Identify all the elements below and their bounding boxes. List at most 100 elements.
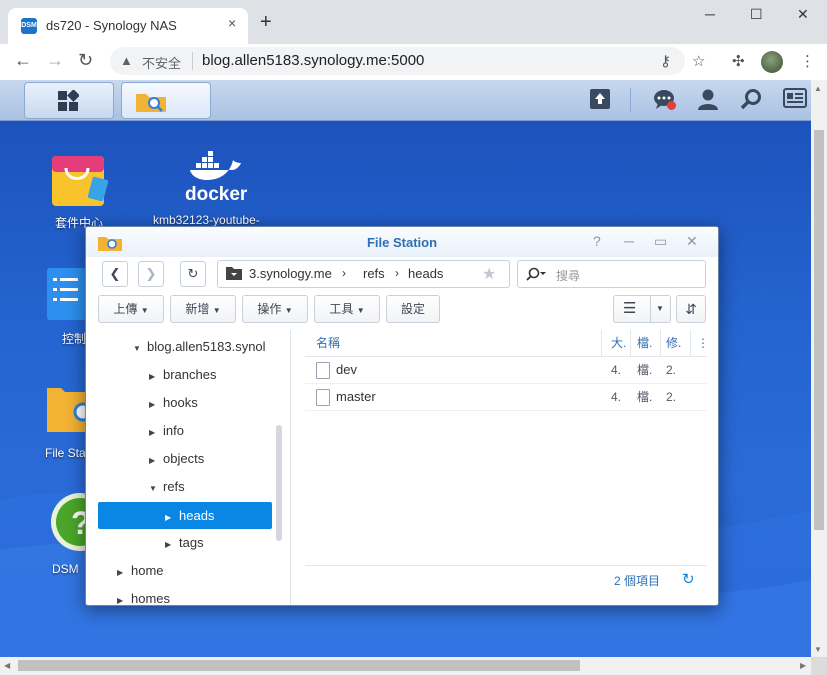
view-mode-button[interactable]: ☰ ▼ [613, 295, 671, 323]
control-panel-shortcut[interactable] [47, 268, 87, 325]
package-center-shortcut[interactable] [48, 148, 110, 213]
path-separator-icon: › [342, 266, 346, 280]
favorite-star-icon[interactable]: ★ [482, 264, 496, 284]
insecure-label[interactable]: 不安全 [142, 53, 181, 72]
window-close-button[interactable]: ✕ [797, 6, 809, 23]
column-header-size[interactable]: 大. [611, 330, 626, 356]
warning-icon[interactable]: ▲ [120, 53, 133, 68]
scroll-up-icon[interactable]: ▲ [814, 84, 822, 93]
column-divider [630, 330, 631, 356]
create-label: 新增 [185, 302, 210, 316]
close-icon[interactable]: ✕ [686, 233, 698, 250]
tree-item[interactable]: ▶ homes [117, 585, 170, 605]
refresh-icon[interactable]: ↻ [682, 570, 695, 588]
path-segment[interactable]: refs [363, 266, 385, 281]
create-button[interactable]: 新增 ▼ [170, 295, 236, 323]
column-header-type[interactable]: 檔. [637, 330, 652, 356]
dsm-help-shortcut[interactable]: ? [50, 492, 109, 555]
path-separator-icon: › [395, 266, 399, 280]
search-placeholder: 搜尋 [556, 269, 581, 283]
expand-arrow-icon[interactable]: ▼ [133, 335, 147, 363]
pane-divider[interactable] [290, 330, 291, 605]
scroll-down-icon[interactable]: ▼ [814, 645, 822, 654]
tree-item[interactable]: ▶ tags [165, 529, 204, 557]
scroll-left-icon[interactable]: ◀ [4, 661, 10, 670]
column-options-icon[interactable]: ⋮ [697, 330, 709, 356]
tree-item-label: refs [163, 479, 185, 494]
column-header-name[interactable]: 名稱 [316, 330, 340, 356]
tree-item[interactable]: ▼ blog.allen5183.synol [133, 333, 266, 361]
search-icon[interactable] [740, 88, 762, 116]
forward-button[interactable]: ❯ [138, 261, 164, 287]
tree-item-label: heads [179, 508, 215, 523]
folder-dropdown-icon[interactable] [225, 266, 243, 281]
refresh-button[interactable]: ↻ [180, 261, 206, 287]
docker-shortcut[interactable] [184, 150, 246, 187]
search-icon[interactable] [526, 267, 546, 281]
operate-button[interactable]: 操作 ▼ [242, 295, 308, 323]
expand-arrow-icon[interactable]: ▶ [117, 559, 131, 587]
tree-item[interactable]: ▶ info [149, 417, 184, 445]
new-tab-button[interactable]: + [260, 12, 272, 32]
reload-icon[interactable]: ↻ [78, 50, 93, 71]
tree-item[interactable]: ▶ branches [149, 361, 216, 389]
column-divider [660, 330, 661, 356]
path-segment[interactable]: 3.synology.me [249, 266, 332, 281]
expand-arrow-icon[interactable]: ▶ [149, 391, 163, 419]
browser-tab[interactable]: DSM ds720 - Synology NAS × [8, 8, 248, 44]
extensions-icon[interactable]: ✣ [732, 52, 745, 70]
main-menu-button[interactable] [24, 82, 114, 119]
tree-item[interactable]: ▶ objects [149, 445, 204, 473]
menu-kebab-icon[interactable]: ⋮ [800, 52, 815, 70]
help-icon[interactable]: ? [593, 233, 601, 249]
url-text[interactable]: blog.allen5183.synology.me:5000 [202, 52, 424, 69]
maximize-icon[interactable]: ▭ [654, 233, 667, 250]
shopping-bag-icon [52, 156, 109, 206]
expand-arrow-icon[interactable]: ▶ [117, 587, 131, 605]
expand-arrow-icon[interactable]: ▼ [149, 475, 163, 503]
back-icon[interactable]: ← [14, 50, 32, 71]
key-icon[interactable]: ⚷ [660, 52, 671, 70]
search-input[interactable]: 搜尋 [517, 260, 706, 288]
upload-queue-icon[interactable] [589, 88, 611, 116]
file-station-window: File Station ? ─ ▭ ✕ ❮ ❯ ↻ 3.synology.me… [85, 226, 719, 606]
expand-arrow-icon[interactable]: ▶ [149, 419, 163, 447]
expand-arrow-icon[interactable]: ▶ [165, 504, 179, 531]
window-minimize-button[interactable]: ─ [705, 6, 715, 22]
horizontal-scroll-thumb[interactable] [18, 660, 580, 671]
tools-button[interactable]: 工具 ▼ [314, 295, 380, 323]
upload-button[interactable]: 上傳 ▼ [98, 295, 164, 323]
column-header-modified[interactable]: 修. [666, 330, 681, 356]
minimize-icon[interactable]: ─ [624, 233, 634, 249]
table-row[interactable]: master 4. 檔. 2. [305, 384, 707, 411]
back-button[interactable]: ❮ [102, 261, 128, 287]
tab-close-icon[interactable]: × [228, 15, 236, 31]
file-station-shortcut[interactable] [47, 382, 93, 439]
table-row[interactable]: dev 4. 檔. 2. [305, 357, 707, 384]
forward-icon[interactable]: → [46, 50, 64, 71]
tree-item[interactable]: ▶ home [117, 557, 164, 585]
taskbar-file-station-button[interactable] [121, 82, 211, 119]
bookmark-star-icon[interactable]: ☆ [692, 52, 705, 70]
scroll-right-icon[interactable]: ▶ [800, 661, 806, 670]
path-bar[interactable]: 3.synology.me › refs › heads ★ [217, 260, 510, 288]
tree-item-selected[interactable]: ▶ heads [98, 502, 272, 529]
docker-whale-icon [190, 151, 241, 180]
settings-button[interactable]: 設定 [386, 295, 440, 323]
profile-avatar[interactable] [761, 51, 783, 73]
file-modified: 2. [666, 390, 677, 404]
path-segment[interactable]: heads [408, 266, 443, 281]
user-icon[interactable] [697, 88, 719, 116]
vertical-scroll-thumb[interactable] [814, 130, 824, 530]
expand-arrow-icon[interactable]: ▶ [149, 447, 163, 475]
file-icon [316, 362, 330, 379]
expand-arrow-icon[interactable]: ▶ [149, 363, 163, 391]
tree-item[interactable]: ▶ hooks [149, 389, 198, 417]
tree-item[interactable]: ▼ refs [149, 473, 185, 501]
widgets-icon[interactable] [783, 88, 807, 114]
sort-button[interactable]: ⇵ [676, 295, 706, 323]
tree-item-label: hooks [163, 395, 198, 410]
window-maximize-button[interactable]: ☐ [750, 6, 763, 23]
tree-scrollbar[interactable] [276, 425, 282, 541]
expand-arrow-icon[interactable]: ▶ [165, 531, 179, 559]
